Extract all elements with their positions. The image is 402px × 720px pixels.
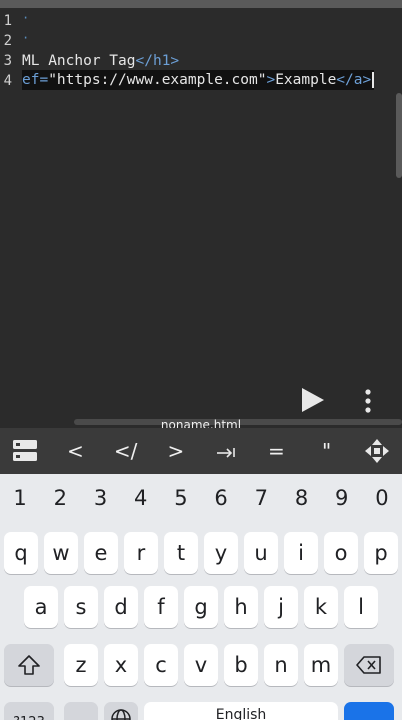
href-value: "https://www.example.com" xyxy=(48,72,267,88)
backspace-icon xyxy=(356,656,381,674)
key-9[interactable]: 9 xyxy=(322,474,362,522)
key-g[interactable]: g xyxy=(184,586,218,628)
number-row: 1 2 3 4 5 6 7 8 9 0 xyxy=(0,474,402,522)
vertical-scrollbar[interactable] xyxy=(396,93,402,178)
line-number: 2 xyxy=(3,33,12,49)
key-r[interactable]: r xyxy=(124,532,158,574)
code-editor[interactable]: 1 2 3 4 · · ML Anchor Tag</h1> ef="https… xyxy=(0,8,402,432)
key-l[interactable]: l xyxy=(344,586,378,628)
line-number: 4 xyxy=(3,73,12,89)
key-0[interactable]: 0 xyxy=(362,474,402,522)
indent-marker: · xyxy=(22,11,30,25)
text-cursor xyxy=(372,72,375,88)
key-5[interactable]: 5 xyxy=(161,474,201,522)
key-7[interactable]: 7 xyxy=(241,474,281,522)
close-a-tag: </a> xyxy=(336,72,372,88)
backspace-key[interactable] xyxy=(344,644,394,686)
key-k[interactable]: k xyxy=(304,586,338,628)
key-p[interactable]: p xyxy=(364,532,398,574)
tag-close-bracket: > xyxy=(266,72,276,88)
move-cursor-button[interactable] xyxy=(352,438,402,464)
list-toggle-button[interactable] xyxy=(0,439,50,463)
key-h[interactable]: h xyxy=(224,586,258,628)
key-4[interactable]: 4 xyxy=(121,474,161,522)
close-h1-tag: </h1> xyxy=(135,53,180,69)
symbol-quote-button[interactable]: " xyxy=(302,439,352,463)
tab-button[interactable] xyxy=(201,444,251,458)
key-b[interactable]: b xyxy=(224,644,258,686)
soft-keyboard: 1 2 3 4 5 6 7 8 9 0 q w e r t y u i o p … xyxy=(0,474,402,720)
line-number: 1 xyxy=(3,13,12,29)
key-n[interactable]: n xyxy=(264,644,298,686)
symbol-lt-button[interactable]: < xyxy=(50,439,100,463)
symbol-gt-button[interactable]: > xyxy=(151,439,201,463)
key-u[interactable]: u xyxy=(244,532,278,574)
key-q[interactable]: q xyxy=(4,532,38,574)
space-key[interactable]: English xyxy=(144,702,338,720)
comma-key[interactable] xyxy=(64,702,98,720)
indent-marker: · xyxy=(22,31,30,45)
move-icon xyxy=(364,439,389,463)
key-j[interactable]: j xyxy=(264,586,298,628)
code-line-4[interactable]: ef="https://www.example.com">Example</a> xyxy=(22,70,375,90)
key-e[interactable]: e xyxy=(84,532,118,574)
key-z[interactable]: z xyxy=(64,644,98,686)
symbol-close-tag-button[interactable]: </ xyxy=(101,439,151,463)
key-s[interactable]: s xyxy=(64,586,98,628)
shift-key[interactable] xyxy=(4,644,54,686)
line-number: 3 xyxy=(3,53,12,69)
key-f[interactable]: f xyxy=(144,586,178,628)
list-toggle-icon xyxy=(13,440,38,461)
symbols-key[interactable]: ?123 xyxy=(4,702,54,720)
key-t[interactable]: t xyxy=(164,532,198,574)
key-w[interactable]: w xyxy=(44,532,78,574)
key-c[interactable]: c xyxy=(144,644,178,686)
language-key[interactable] xyxy=(104,702,138,720)
code-line-3[interactable]: ML Anchor Tag</h1> xyxy=(22,51,179,71)
key-2[interactable]: 2 xyxy=(40,474,80,522)
heading-text: ML Anchor Tag xyxy=(22,53,136,69)
key-d[interactable]: d xyxy=(104,586,138,628)
top-status-bar xyxy=(0,0,402,8)
key-m[interactable]: m xyxy=(304,644,338,686)
symbol-equals-button[interactable]: = xyxy=(251,439,301,463)
tab-arrow-icon xyxy=(217,448,235,458)
globe-icon xyxy=(111,709,131,720)
key-6[interactable]: 6 xyxy=(201,474,241,522)
key-i[interactable]: i xyxy=(284,532,318,574)
key-v[interactable]: v xyxy=(184,644,218,686)
href-attribute: ef= xyxy=(22,72,49,88)
key-x[interactable]: x xyxy=(104,644,138,686)
key-8[interactable]: 8 xyxy=(281,474,321,522)
shift-icon xyxy=(18,655,40,675)
link-text: Example xyxy=(275,72,337,88)
key-y[interactable]: y xyxy=(204,532,238,574)
play-icon[interactable] xyxy=(300,386,326,414)
more-vert-icon[interactable] xyxy=(360,388,376,414)
line-number-gutter: 1 2 3 4 xyxy=(0,8,22,428)
key-o[interactable]: o xyxy=(324,532,358,574)
symbol-bar: < </ > = " xyxy=(0,428,402,474)
key-a[interactable]: a xyxy=(24,586,58,628)
key-1[interactable]: 1 xyxy=(0,474,40,522)
enter-key[interactable] xyxy=(344,702,394,720)
key-3[interactable]: 3 xyxy=(80,474,120,522)
